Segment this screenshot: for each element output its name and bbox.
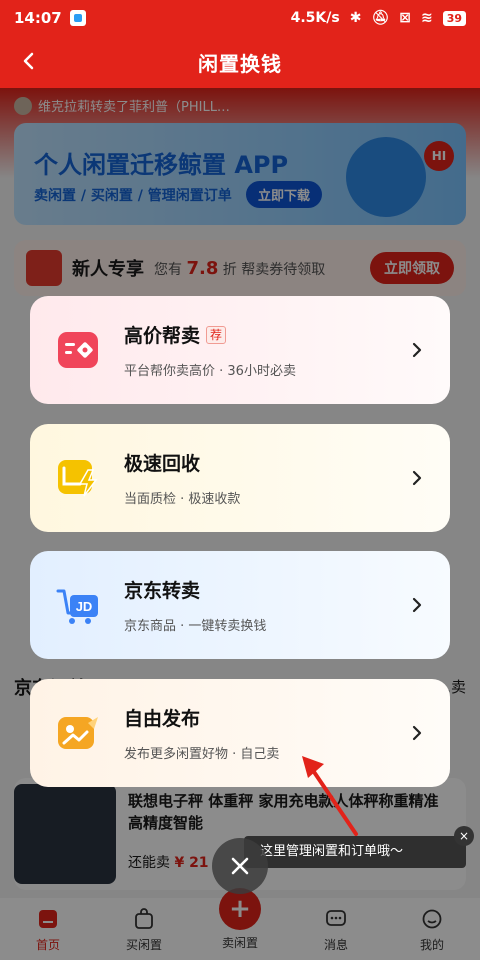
annotation-arrow	[302, 756, 358, 836]
svg-text:JD: JD	[76, 599, 93, 614]
option-high-price-sell[interactable]: 高价帮卖 荐 平台帮你卖高价 · 36小时必卖	[30, 296, 450, 404]
option-subtitle: 发布更多闲置好物 · 自己卖	[124, 747, 280, 762]
chevron-right-icon	[412, 725, 422, 741]
status-time: 14:07	[14, 9, 62, 27]
photo-icon	[58, 717, 98, 749]
sim-icon: ⊠	[399, 10, 411, 26]
chevron-right-icon	[412, 342, 422, 358]
mute-icon: 🔕︎	[371, 10, 390, 26]
jd-cart-icon: JD	[56, 589, 98, 624]
app-header: 闲置换钱	[0, 36, 480, 88]
option-title: 极速回收	[124, 453, 201, 475]
option-title: 高价帮卖	[124, 325, 201, 347]
tooltip-text: 这里管理闲置和订单哦～	[260, 844, 404, 859]
bluetooth-icon: ✱	[349, 10, 362, 26]
close-icon	[231, 857, 249, 875]
recommend-badge: 荐	[206, 325, 227, 344]
option-subtitle: 京东商品 · 一键转卖换钱	[124, 619, 267, 634]
tooltip-close-button[interactable]: ×	[454, 826, 474, 846]
option-free-publish[interactable]: 自由发布 发布更多闲置好物 · 自己卖	[30, 679, 450, 787]
close-modal-button[interactable]	[212, 838, 268, 894]
network-speed: 4.5K/s	[290, 10, 340, 26]
option-jd-resell[interactable]: JD 京东转卖 京东商品 · 一键转卖换钱	[30, 551, 450, 659]
wifi-icon: ≋	[420, 10, 433, 26]
option-fast-recycle[interactable]: 极速回收 当面质检 · 极速收款	[30, 424, 450, 532]
back-button[interactable]	[14, 46, 44, 76]
chevron-left-icon	[23, 52, 34, 70]
tag-icon	[58, 332, 98, 368]
option-title: 京东转卖	[124, 580, 201, 602]
battery-icon: 39	[442, 10, 466, 26]
app-notification-icon	[69, 10, 86, 26]
chevron-right-icon	[412, 470, 422, 486]
option-title: 自由发布	[124, 708, 201, 730]
option-subtitle: 平台帮你卖高价 · 36小时必卖	[124, 364, 296, 379]
lightning-icon	[58, 460, 98, 497]
tooltip: 这里管理闲置和订单哦～ ×	[244, 826, 474, 868]
page-title: 闲置换钱	[198, 51, 282, 76]
chevron-right-icon	[412, 597, 422, 613]
status-bar: 14:07 4.5K/s ✱ 🔕︎ ⊠ ≋ 39	[0, 0, 480, 36]
option-subtitle: 当面质检 · 极速收款	[124, 492, 241, 507]
